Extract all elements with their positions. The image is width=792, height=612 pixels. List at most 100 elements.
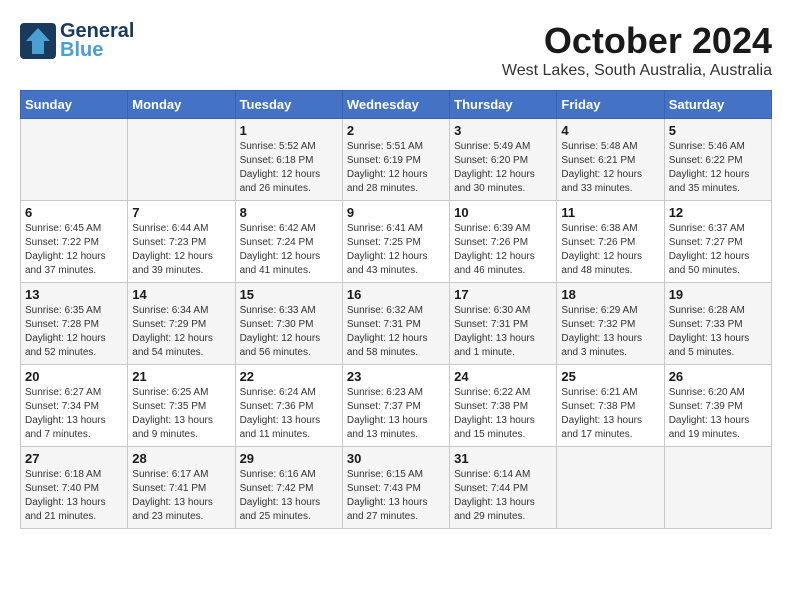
day-info: Sunrise: 6:25 AMSunset: 7:35 PMDaylight:… — [132, 386, 230, 442]
calendar-cell: 16 Sunrise: 6:32 AMSunset: 7:31 PMDayligh… — [342, 283, 449, 365]
day-info: Sunrise: 6:20 AMSunset: 7:39 PMDaylight:… — [669, 386, 767, 442]
week-row-3: 13Sunrise: 6:35 AMSunset: 7:28 PMDayligh… — [21, 283, 772, 365]
day-number: 1 — [240, 123, 338, 138]
calendar-cell: 12 Sunrise: 6:37 AMSunset: 7:27 PMDayligh… — [664, 201, 771, 283]
day-info: Sunrise: 6:39 AMSunset: 7:26 PMDaylight:… — [454, 222, 552, 278]
day-info: Sunrise: 6:30 AMSunset: 7:31 PMDaylight:… — [454, 304, 552, 360]
header-cell-monday: Monday — [128, 91, 235, 119]
day-info: Sunrise: 6:17 AMSunset: 7:41 PMDaylight:… — [132, 468, 230, 524]
day-info: Sunrise: 5:51 AMSunset: 6:19 PMDaylight:… — [347, 140, 445, 196]
day-number: 11 — [561, 205, 659, 220]
calendar-cell: 13Sunrise: 6:35 AMSunset: 7:28 PMDayligh… — [21, 283, 128, 365]
day-info: Sunrise: 6:15 AMSunset: 7:43 PMDaylight:… — [347, 468, 445, 524]
week-row-2: 6 Sunrise: 6:45 AMSunset: 7:22 PMDaylight… — [21, 201, 772, 283]
day-info: Sunrise: 5:46 AMSunset: 6:22 PMDaylight:… — [669, 140, 767, 196]
day-number: 14 — [132, 287, 230, 302]
day-number: 10 — [454, 205, 552, 220]
calendar-cell: 23 Sunrise: 6:23 AMSunset: 7:37 PMDayligh… — [342, 365, 449, 447]
page-header: General Blue October 2024 West Lakes, So… — [20, 20, 772, 80]
day-number: 25 — [561, 369, 659, 384]
calendar-cell: 30Sunrise: 6:15 AMSunset: 7:43 PMDayligh… — [342, 447, 449, 529]
week-row-5: 27 Sunrise: 6:18 AMSunset: 7:40 PMDayligh… — [21, 447, 772, 529]
month-title: October 2024 — [502, 20, 772, 62]
day-number: 23 — [347, 369, 445, 384]
calendar-cell: 21 Sunrise: 6:25 AMSunset: 7:35 PMDayligh… — [128, 365, 235, 447]
header-cell-saturday: Saturday — [664, 91, 771, 119]
day-number: 18 — [561, 287, 659, 302]
calendar-table: SundayMondayTuesdayWednesdayThursdayFrid… — [20, 90, 772, 529]
day-number: 28 — [132, 451, 230, 466]
calendar-cell: 22 Sunrise: 6:24 AMSunset: 7:36 PMDayligh… — [235, 365, 342, 447]
day-info: Sunrise: 6:18 AMSunset: 7:40 PMDaylight:… — [25, 468, 123, 524]
calendar-cell — [128, 119, 235, 201]
day-number: 12 — [669, 205, 767, 220]
day-info: Sunrise: 6:24 AMSunset: 7:36 PMDaylight:… — [240, 386, 338, 442]
day-info: Sunrise: 6:38 AMSunset: 7:26 PMDaylight:… — [561, 222, 659, 278]
calendar-cell: 29Sunrise: 6:16 AMSunset: 7:42 PMDayligh… — [235, 447, 342, 529]
day-number: 7 — [132, 205, 230, 220]
day-info: Sunrise: 6:34 AMSunset: 7:29 PMDaylight:… — [132, 304, 230, 360]
day-info: Sunrise: 6:21 AMSunset: 7:38 PMDaylight:… — [561, 386, 659, 442]
calendar-cell — [664, 447, 771, 529]
day-number: 16 — [347, 287, 445, 302]
day-number: 15 — [240, 287, 338, 302]
day-number: 21 — [132, 369, 230, 384]
calendar-cell: 26 Sunrise: 6:20 AMSunset: 7:39 PMDayligh… — [664, 365, 771, 447]
title-block: October 2024 West Lakes, South Australia… — [502, 20, 772, 80]
calendar-body: 1 Sunrise: 5:52 AMSunset: 6:18 PMDaylight… — [21, 119, 772, 529]
header-row: SundayMondayTuesdayWednesdayThursdayFrid… — [21, 91, 772, 119]
calendar-cell: 10 Sunrise: 6:39 AMSunset: 7:26 PMDayligh… — [450, 201, 557, 283]
day-info: Sunrise: 6:32 AMSunset: 7:31 PMDaylight:… — [347, 304, 445, 360]
calendar-cell: 1 Sunrise: 5:52 AMSunset: 6:18 PMDaylight… — [235, 119, 342, 201]
header-cell-friday: Friday — [557, 91, 664, 119]
calendar-cell — [557, 447, 664, 529]
day-number: 13 — [25, 287, 123, 302]
day-number: 27 — [25, 451, 123, 466]
day-info: Sunrise: 6:44 AMSunset: 7:23 PMDaylight:… — [132, 222, 230, 278]
day-number: 26 — [669, 369, 767, 384]
day-number: 9 — [347, 205, 445, 220]
calendar-cell: 28 Sunrise: 6:17 AMSunset: 7:41 PMDayligh… — [128, 447, 235, 529]
calendar-cell: 19Sunrise: 6:28 AMSunset: 7:33 PMDayligh… — [664, 283, 771, 365]
day-info: Sunrise: 6:27 AMSunset: 7:34 PMDaylight:… — [25, 386, 123, 442]
calendar-cell: 6 Sunrise: 6:45 AMSunset: 7:22 PMDaylight… — [21, 201, 128, 283]
day-number: 24 — [454, 369, 552, 384]
day-info: Sunrise: 6:28 AMSunset: 7:33 PMDaylight:… — [669, 304, 767, 360]
day-number: 5 — [669, 123, 767, 138]
day-info: Sunrise: 6:33 AMSunset: 7:30 PMDaylight:… — [240, 304, 338, 360]
calendar-cell — [21, 119, 128, 201]
header-cell-wednesday: Wednesday — [342, 91, 449, 119]
header-cell-thursday: Thursday — [450, 91, 557, 119]
calendar-cell: 4Sunrise: 5:48 AMSunset: 6:21 PMDaylight… — [557, 119, 664, 201]
day-info: Sunrise: 6:37 AMSunset: 7:27 PMDaylight:… — [669, 222, 767, 278]
header-cell-sunday: Sunday — [21, 91, 128, 119]
calendar-header: SundayMondayTuesdayWednesdayThursdayFrid… — [21, 91, 772, 119]
calendar-cell: 7 Sunrise: 6:44 AMSunset: 7:23 PMDaylight… — [128, 201, 235, 283]
day-number: 31 — [454, 451, 552, 466]
day-number: 2 — [347, 123, 445, 138]
calendar-cell: 5 Sunrise: 5:46 AMSunset: 6:22 PMDaylight… — [664, 119, 771, 201]
calendar-cell: 9 Sunrise: 6:41 AMSunset: 7:25 PMDaylight… — [342, 201, 449, 283]
day-info: Sunrise: 5:52 AMSunset: 6:18 PMDaylight:… — [240, 140, 338, 196]
week-row-4: 20Sunrise: 6:27 AMSunset: 7:34 PMDayligh… — [21, 365, 772, 447]
calendar-cell: 25 Sunrise: 6:21 AMSunset: 7:38 PMDayligh… — [557, 365, 664, 447]
day-number: 22 — [240, 369, 338, 384]
calendar-cell: 18Sunrise: 6:29 AMSunset: 7:32 PMDayligh… — [557, 283, 664, 365]
day-info: Sunrise: 6:23 AMSunset: 7:37 PMDaylight:… — [347, 386, 445, 442]
calendar-cell: 17Sunrise: 6:30 AMSunset: 7:31 PMDayligh… — [450, 283, 557, 365]
day-info: Sunrise: 6:45 AMSunset: 7:22 PMDaylight:… — [25, 222, 123, 278]
header-cell-tuesday: Tuesday — [235, 91, 342, 119]
day-info: Sunrise: 6:16 AMSunset: 7:42 PMDaylight:… — [240, 468, 338, 524]
logo: General Blue — [20, 20, 134, 62]
day-info: Sunrise: 5:49 AMSunset: 6:20 PMDaylight:… — [454, 140, 552, 196]
day-info: Sunrise: 6:42 AMSunset: 7:24 PMDaylight:… — [240, 222, 338, 278]
calendar-cell: 24Sunrise: 6:22 AMSunset: 7:38 PMDayligh… — [450, 365, 557, 447]
calendar-cell: 27 Sunrise: 6:18 AMSunset: 7:40 PMDayligh… — [21, 447, 128, 529]
week-row-1: 1 Sunrise: 5:52 AMSunset: 6:18 PMDaylight… — [21, 119, 772, 201]
day-info: Sunrise: 6:41 AMSunset: 7:25 PMDaylight:… — [347, 222, 445, 278]
calendar-cell: 2 Sunrise: 5:51 AMSunset: 6:19 PMDaylight… — [342, 119, 449, 201]
day-number: 6 — [25, 205, 123, 220]
calendar-cell: 3Sunrise: 5:49 AMSunset: 6:20 PMDaylight… — [450, 119, 557, 201]
day-number: 8 — [240, 205, 338, 220]
location-subtitle: West Lakes, South Australia, Australia — [502, 62, 772, 80]
